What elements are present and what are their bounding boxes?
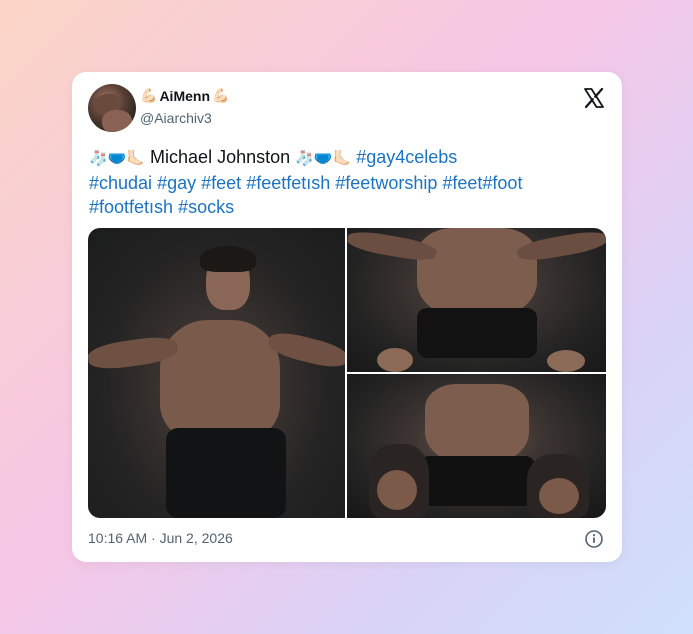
author-name-row[interactable]: 💪🏻 AiMenn 💪🏻 xyxy=(140,87,229,104)
flexed-biceps-icon: 💪🏻 xyxy=(140,87,158,103)
hashtag-link[interactable]: #feetfetısh xyxy=(246,173,330,193)
post-text: 🧦🩲🦶🏻 Michael Johnston 🧦🩲🦶🏻 #gay4celebs #… xyxy=(89,145,609,219)
emoji-group: 🧦🩲🦶🏻 xyxy=(89,150,146,167)
media-grid xyxy=(88,228,606,518)
flexed-biceps-icon: 💪🏻 xyxy=(212,87,230,103)
hashtag-link[interactable]: #gay xyxy=(157,173,196,193)
post-card: 💪🏻 AiMenn 💪🏻 @Aiarchiv3 🧦🩲🦶🏻 Michael Joh… xyxy=(72,72,622,562)
author-handle[interactable]: @Aiarchiv3 xyxy=(140,110,212,126)
hashtag-link[interactable]: #footfetısh xyxy=(89,197,173,217)
media-photo-2[interactable] xyxy=(347,228,606,372)
author-display-name[interactable]: AiMenn xyxy=(159,88,210,104)
media-photo-3[interactable] xyxy=(347,374,606,518)
avatar[interactable] xyxy=(88,84,136,132)
x-logo-icon[interactable] xyxy=(582,86,606,110)
hashtag-link[interactable]: #feet xyxy=(442,173,482,193)
avatar-chest-shape xyxy=(102,110,132,132)
post-name-text: Michael Johnston xyxy=(150,147,291,167)
hashtag-link[interactable]: #foot xyxy=(482,173,522,193)
hashtag-link[interactable]: #feet xyxy=(201,173,241,193)
info-icon[interactable] xyxy=(584,529,604,549)
hashtag-link[interactable]: #feetworship xyxy=(335,173,437,193)
post-timestamp[interactable]: 10:16 AM · Jun 2, 2026 xyxy=(88,530,233,546)
media-photo-1[interactable] xyxy=(88,228,345,518)
emoji-group: 🧦🩲🦶🏻 xyxy=(295,150,352,167)
hashtag-link[interactable]: #chudai xyxy=(89,173,152,193)
hashtag-link[interactable]: #gay4celebs xyxy=(356,147,457,167)
hashtag-link[interactable]: #socks xyxy=(178,197,234,217)
